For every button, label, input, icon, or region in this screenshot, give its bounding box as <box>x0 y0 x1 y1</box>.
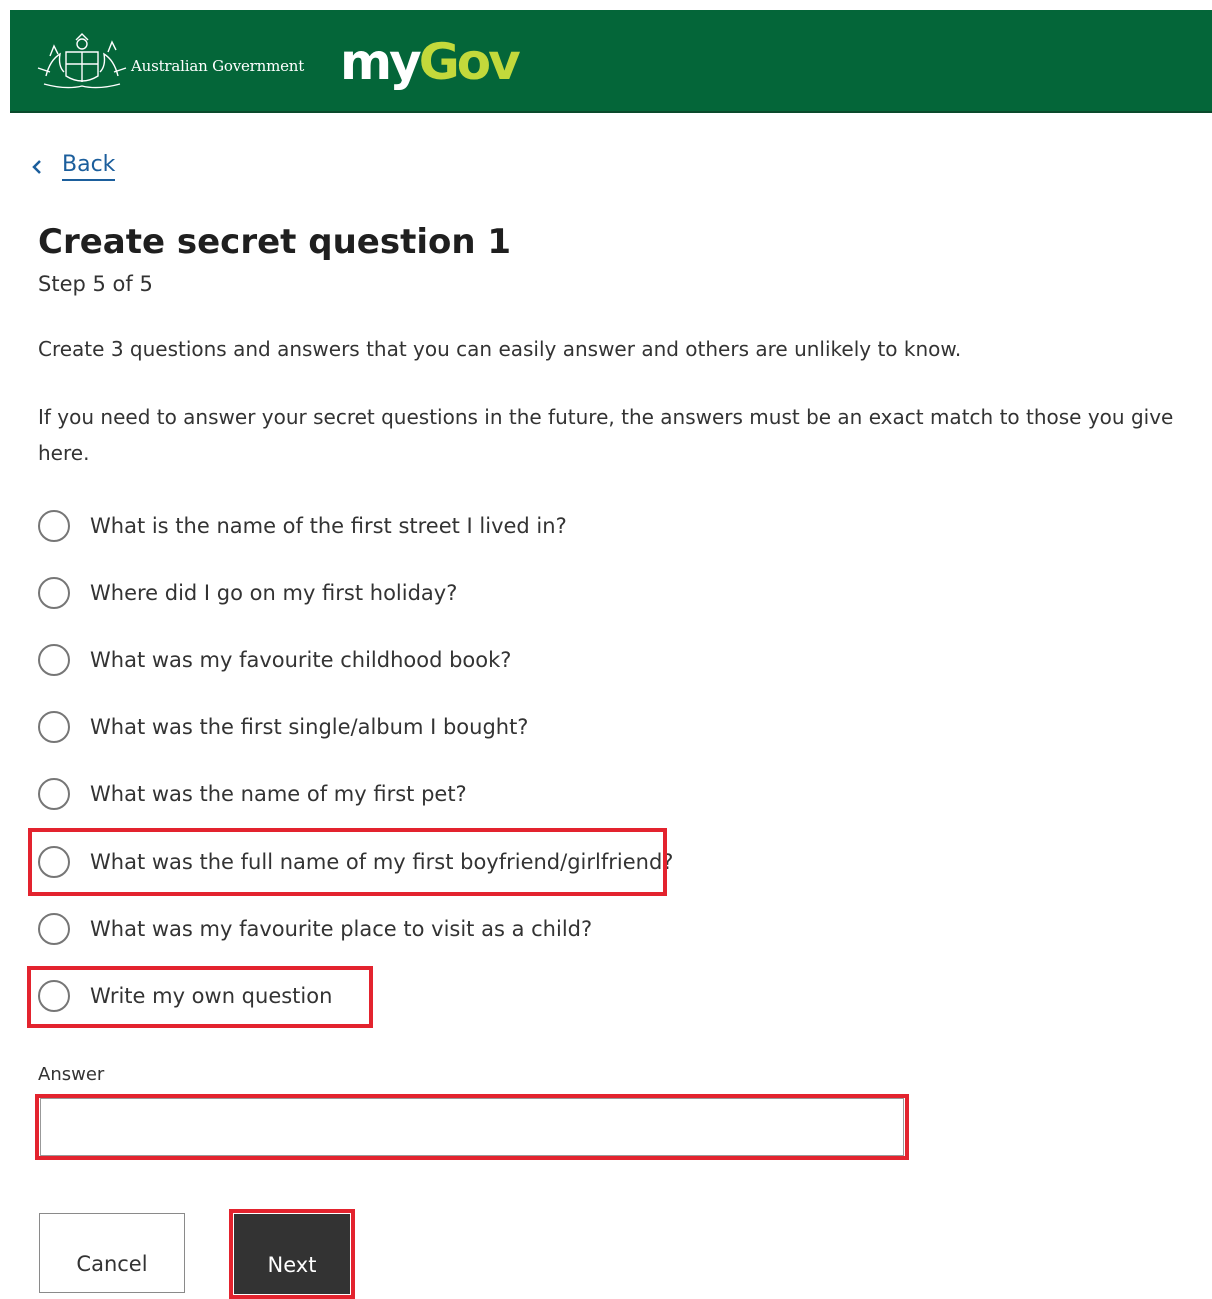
question-label: What is the name of the first street I l… <box>90 514 567 538</box>
mygov-logo[interactable]: myGov <box>340 32 521 92</box>
radio-button[interactable] <box>38 778 70 810</box>
question-option-write-own[interactable]: Write my own question <box>38 976 332 1016</box>
question-label: What was my favourite place to visit as … <box>90 917 593 941</box>
question-label: Where did I go on my first holiday? <box>90 581 458 605</box>
chevron-left-icon <box>32 159 41 174</box>
question-label: What was the first single/album I bought… <box>90 715 529 739</box>
question-option[interactable]: What is the name of the first street I l… <box>38 506 567 546</box>
radio-button[interactable] <box>38 913 70 945</box>
intro-text: Create 3 questions and answers that you … <box>38 337 962 361</box>
step-indicator: Step 5 of 5 <box>38 272 153 296</box>
radio-button[interactable] <box>38 644 70 676</box>
back-label: Back <box>62 152 116 181</box>
note-text: If you need to answer your secret questi… <box>38 405 1174 465</box>
page-title: Create secret question 1 <box>38 222 512 262</box>
logo-my: my <box>340 33 422 91</box>
answer-input[interactable] <box>40 1098 904 1156</box>
back-link[interactable]: Back <box>30 152 116 181</box>
site-header: Australian Government myGov <box>10 10 1212 113</box>
government-label: Australian Government <box>131 57 305 75</box>
next-button[interactable]: Next <box>234 1214 350 1294</box>
question-option[interactable]: What was my favourite place to visit as … <box>38 909 592 949</box>
question-label: What was the name of my first pet? <box>90 782 467 806</box>
radio-button[interactable] <box>38 846 70 878</box>
cancel-button[interactable]: Cancel <box>39 1213 185 1293</box>
answer-label: Answer <box>38 1064 105 1085</box>
radio-button[interactable] <box>38 980 70 1012</box>
radio-button[interactable] <box>38 510 70 542</box>
question-label: What was the full name of my first boyfr… <box>90 850 674 874</box>
question-option[interactable]: What was my favourite childhood book? <box>38 640 511 680</box>
radio-button[interactable] <box>38 577 70 609</box>
coat-of-arms-icon <box>37 33 127 89</box>
question-option[interactable]: What was the first single/album I bought… <box>38 707 528 747</box>
question-label: Write my own question <box>90 984 333 1008</box>
question-label: What was my favourite childhood book? <box>90 648 512 672</box>
question-option[interactable]: What was the name of my first pet? <box>38 774 467 814</box>
logo-gov: Gov <box>418 33 521 91</box>
question-option[interactable]: What was the full name of my first boyfr… <box>38 842 673 882</box>
radio-button[interactable] <box>38 711 70 743</box>
question-option[interactable]: Where did I go on my first holiday? <box>38 573 457 613</box>
